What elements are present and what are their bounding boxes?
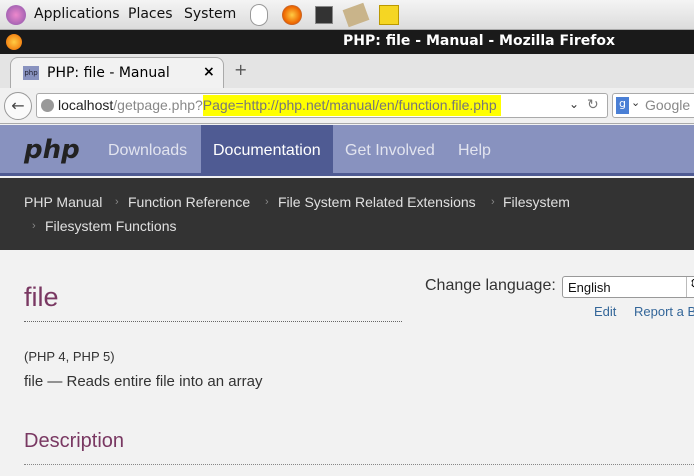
url-dropdown-icon[interactable]: ⌄: [569, 97, 579, 111]
globe-icon: [41, 99, 54, 112]
window-titlebar: PHP: file - Manual - Mozilla Firefox: [0, 30, 694, 54]
close-tab-icon[interactable]: ×: [203, 64, 215, 80]
php-nav: php Downloads Documentation Get Involved…: [0, 125, 694, 176]
php-versions: (PHP 4, PHP 5): [24, 349, 115, 364]
url-host: localhost: [58, 97, 114, 113]
engine-dropdown-icon[interactable]: ⌄: [631, 96, 640, 109]
change-language-label: Change language:: [425, 277, 556, 294]
reload-icon[interactable]: ↻: [587, 97, 599, 113]
menu-places[interactable]: Places: [128, 6, 173, 22]
firefox-icon: [6, 34, 22, 50]
section-description: Description: [24, 430, 125, 452]
language-select[interactable]: English ⇕: [562, 276, 694, 298]
url-bar[interactable]: localhost/getpage.php?Page=http://php.ne…: [36, 93, 608, 118]
new-tab-icon[interactable]: +: [234, 60, 247, 79]
package-icon[interactable]: [342, 2, 370, 28]
menu-system[interactable]: System: [184, 6, 236, 22]
window-title: PHP: file - Manual - Mozilla Firefox: [343, 33, 615, 49]
breadcrumb-separator: ›: [265, 196, 269, 208]
breadcrumb-function-reference[interactable]: Function Reference: [128, 194, 250, 210]
nav-documentation[interactable]: Documentation: [201, 125, 333, 173]
page-title: file: [24, 282, 59, 312]
back-icon[interactable]: ←: [4, 92, 32, 120]
select-arrows-icon: ⇕: [686, 277, 694, 297]
terminal-icon[interactable]: [315, 6, 333, 24]
php-logo[interactable]: php: [24, 135, 80, 165]
gnome-foot-icon: [6, 5, 26, 25]
url-query-highlight: Page=http://php.net/manual/en/function.f…: [202, 95, 501, 116]
breadcrumb: PHP Manual › Function Reference › File S…: [0, 178, 694, 250]
php-favicon-icon: php: [23, 66, 39, 80]
mouse-icon[interactable]: [250, 4, 268, 26]
navigation-bar: ← localhost/getpage.php?Page=http://php.…: [0, 88, 694, 124]
title-divider: [24, 321, 402, 322]
notes-icon[interactable]: [379, 5, 399, 25]
function-summary: file — Reads entire file into an array: [24, 373, 263, 390]
section-divider: [24, 464, 694, 465]
tab-php-file[interactable]: php PHP: file - Manual ×: [10, 57, 224, 88]
google-icon[interactable]: g: [616, 97, 629, 114]
breadcrumb-php-manual[interactable]: PHP Manual: [24, 194, 102, 210]
search-placeholder: Google: [645, 97, 691, 113]
tab-label: PHP: file - Manual: [47, 65, 170, 81]
nav-get-involved[interactable]: Get Involved: [333, 125, 447, 173]
breadcrumb-separator: ›: [491, 196, 495, 208]
tab-bar: php PHP: file - Manual × +: [0, 54, 694, 88]
nav-downloads[interactable]: Downloads: [96, 125, 199, 173]
menu-applications[interactable]: Applications: [34, 6, 120, 22]
search-box[interactable]: g ⌄ Google: [612, 93, 694, 118]
breadcrumb-filesystem[interactable]: Filesystem: [503, 194, 570, 210]
breadcrumb-filesystem-functions[interactable]: Filesystem Functions: [45, 218, 176, 234]
language-selected: English: [568, 280, 611, 295]
report-bug-link[interactable]: Report a Bug: [634, 304, 694, 319]
breadcrumb-separator: ›: [115, 196, 119, 208]
firefox-icon[interactable]: [282, 5, 302, 25]
breadcrumb-separator: ›: [32, 220, 36, 232]
url-path: /getpage.php?: [113, 97, 203, 113]
edit-link[interactable]: Edit: [594, 304, 616, 319]
nav-help[interactable]: Help: [446, 125, 503, 173]
breadcrumb-fs-extensions[interactable]: File System Related Extensions: [278, 194, 476, 210]
top-panel: Applications Places System: [0, 0, 694, 30]
